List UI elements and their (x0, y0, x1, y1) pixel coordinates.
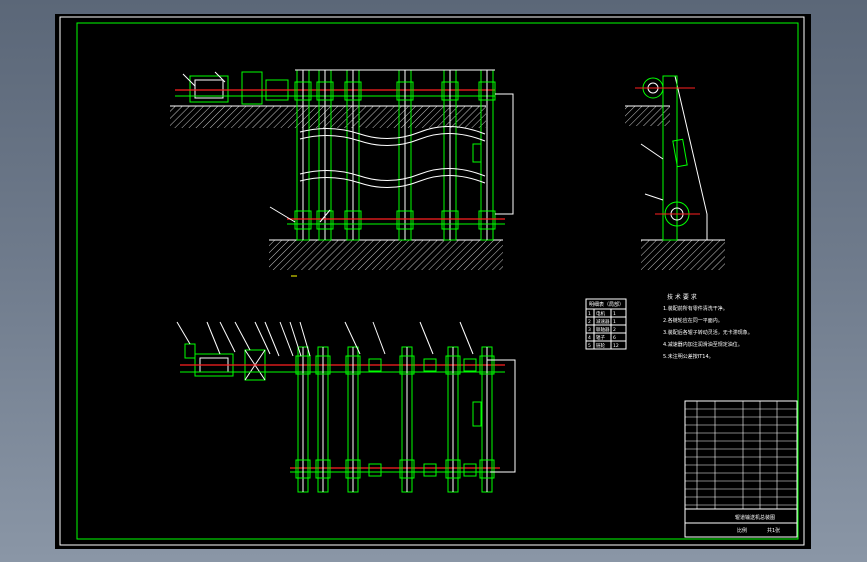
drawing-name: 辊道输送机总装图 (735, 514, 775, 521)
parts-table-cell: 2 (588, 319, 591, 325)
tech-requirement-item: 4.减速器内加注润滑油至规定油位。 (663, 341, 743, 348)
sheet-label: 共1张 (767, 527, 780, 534)
scale-label: 比例 (737, 527, 747, 534)
tech-requirement-item: 2.各链轮应在同一平面内。 (663, 317, 723, 324)
coupling (368, 463, 382, 477)
parts-table-cell: 1 (613, 311, 616, 317)
parts-table-cell: 1 (613, 319, 616, 325)
tech-requirement-item: 1.装配前所有零件清洗干净。 (663, 305, 728, 312)
tech-requirements-list: 1.装配前所有零件清洗干净。 2.各链轮应在同一平面内。 3.装配后各辊子转动灵活，… (663, 305, 753, 360)
front-view (170, 69, 514, 277)
parts-table-cell: 链轮 (596, 342, 605, 349)
side-view (625, 75, 725, 270)
parts-table-cell: 5 (588, 343, 591, 349)
parts-table-cell: 联轴器 (596, 326, 610, 333)
leader-line (419, 321, 434, 355)
parts-table-rows: 1 电机 12 减速器 13 联轴器 24 辊子 65 链轮 12 (588, 310, 619, 349)
leader-line (299, 321, 311, 357)
parts-table-cell: 辊子 (596, 334, 605, 341)
parts-table-cell: 3 (588, 327, 591, 333)
leader-line (289, 321, 302, 357)
tech-requirements-title: 技 术 要 求 (667, 293, 697, 301)
mechanical-drawing: 明细表（局部） 1 电机 12 减速器 13 联轴器 24 辊子 65 链轮 12 技 术 要 求 … (59, 16, 805, 546)
tech-requirements: 技 术 要 求 1.装配前所有零件清洗干净。 2.各链轮应在同一平面内。 3.装配后… (663, 293, 753, 360)
leader-line (206, 321, 221, 355)
floor-hatch-lower (269, 240, 503, 270)
floor-hatch-upper (170, 106, 486, 128)
leader-line (176, 321, 191, 345)
tech-requirement-item: 3.装配后各辊子转动灵活，无卡滞现象。 (663, 329, 753, 336)
parts-table-cell: 6 (613, 335, 616, 341)
leader-line (254, 321, 271, 355)
inner-frame (76, 22, 799, 540)
coupling (423, 463, 437, 477)
leader-line (264, 321, 280, 357)
parts-table-cell: 2 (613, 327, 616, 333)
parts-table-cell: 1 (588, 311, 591, 317)
leader-line (219, 321, 236, 353)
side-floor-hatch-lower (641, 240, 725, 270)
tech-requirement-item: 5.未注明公差按IT14。 (663, 353, 714, 360)
leader-line (279, 321, 294, 357)
plan-roller-columns (295, 346, 495, 493)
tensioner (472, 401, 482, 427)
plan-leader-lines (176, 321, 474, 357)
title-block: 辊道输送机总装图 比例 共1张 (684, 400, 798, 538)
parts-table-title: 明细表（局部） (589, 301, 624, 308)
parts-table-cell: 12 (613, 343, 619, 349)
title-block-grid (685, 401, 797, 509)
parts-table-cell: 减速器 (596, 318, 610, 325)
parts-table-cell: 4 (588, 335, 591, 341)
parts-table-cell: 电机 (596, 310, 605, 317)
plan-view (176, 321, 516, 493)
leader-line (234, 321, 251, 351)
leader-line (459, 321, 474, 355)
parts-table: 明细表（局部） 1 电机 12 减速器 13 联轴器 24 辊子 65 链轮 12 (585, 298, 627, 350)
coupling (463, 463, 477, 477)
leader-line (372, 321, 386, 355)
cad-viewport[interactable]: 明细表（局部） 1 电机 1 2 减速器 1 3 联轴器 2 4 辊子 6 5 链轮 12 技 术 要 求 … (55, 14, 811, 549)
